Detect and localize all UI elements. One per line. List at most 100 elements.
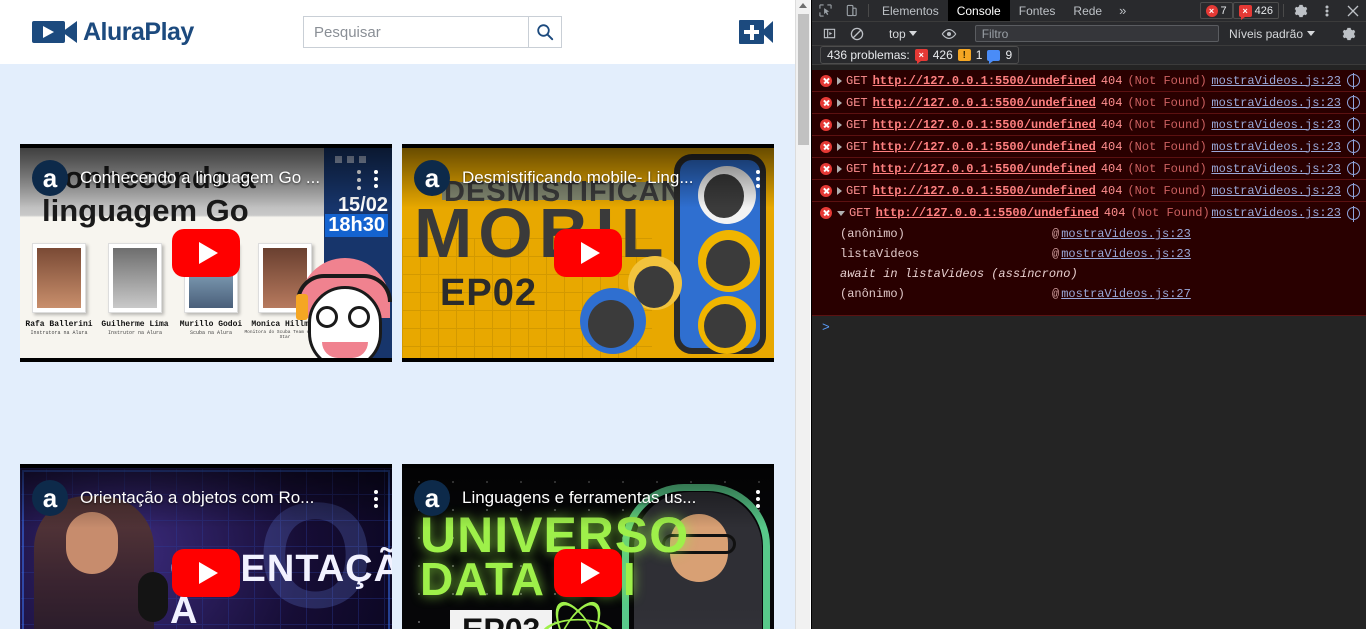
error-square-icon: × [914, 49, 928, 64]
site-logo[interactable]: AluraPlay [32, 18, 194, 47]
brand-name: AluraPlay [83, 17, 194, 46]
request-url[interactable]: http://127.0.0.1:5500/undefined [873, 184, 1096, 198]
video-card[interactable]: Conhecendo a linguagem Go 15/02 18h30 Ra… [20, 144, 392, 362]
stack-frame-source[interactable]: mostraVideos.js:23 [1061, 247, 1191, 261]
execution-context-select[interactable]: top [883, 27, 923, 41]
expand-toggle-icon[interactable] [837, 76, 842, 85]
video-card[interactable]: DESMISTIFICANDO MOBILE EP02 a [402, 144, 774, 362]
log-levels-select[interactable]: Níveis padrão [1221, 27, 1323, 41]
console-prompt[interactable]: > [812, 316, 1366, 338]
play-button-icon[interactable] [172, 229, 240, 277]
network-request-icon[interactable] [1347, 183, 1360, 199]
request-method: GET [846, 139, 868, 154]
console-error-row[interactable]: GET http://127.0.0.1:5500/undefined 404 … [812, 114, 1366, 136]
network-request-icon[interactable] [1347, 161, 1360, 177]
error-icon [820, 162, 832, 175]
problems-warning-count: 1 [975, 48, 983, 62]
network-request-icon[interactable] [1347, 205, 1360, 222]
response-reason: (Not Found) [1127, 117, 1207, 132]
inspect-element-icon[interactable] [812, 0, 838, 21]
scroll-up-arrow-icon[interactable] [799, 3, 807, 8]
play-button-icon[interactable] [554, 229, 622, 277]
tab-elementos[interactable]: Elementos [873, 0, 948, 21]
more-tabs-icon[interactable]: » [1111, 0, 1134, 21]
console-error-row[interactable]: GET http://127.0.0.1:5500/undefined 404 … [812, 158, 1366, 180]
art-title-line2: linguagem Go [42, 192, 249, 228]
expand-toggle-icon[interactable] [837, 120, 842, 129]
request-url[interactable]: http://127.0.0.1:5500/undefined [873, 162, 1096, 176]
tab-rede[interactable]: Rede [1064, 0, 1111, 21]
console-error-row[interactable]: GET http://127.0.0.1:5500/undefined 404 … [812, 70, 1366, 92]
tab-console[interactable]: Console [947, 0, 1010, 21]
request-method: GET [846, 117, 868, 132]
expand-toggle-icon[interactable] [837, 142, 842, 151]
info-square-icon [987, 49, 1001, 64]
request-method: GET [846, 95, 868, 110]
video-options-icon[interactable] [374, 490, 378, 508]
expand-toggle-icon[interactable] [837, 186, 842, 195]
problems-error-count: 426 [932, 48, 953, 62]
collapse-toggle-icon[interactable] [837, 210, 845, 216]
request-url[interactable]: http://127.0.0.1:5500/undefined [873, 118, 1096, 132]
source-link[interactable]: mostraVideos.js:23 [1211, 74, 1341, 88]
source-link[interactable]: mostraVideos.js:23 [1211, 118, 1341, 132]
source-link[interactable]: mostraVideos.js:23 [1211, 184, 1341, 198]
source-link[interactable]: mostraVideos.js:23 [1211, 140, 1341, 154]
request-url[interactable]: http://127.0.0.1:5500/undefined [873, 96, 1096, 110]
request-method: GET [849, 206, 871, 220]
stack-frame-row-async: await in listaVideos (assíncrono) [812, 264, 1366, 284]
device-toolbar-icon[interactable] [838, 0, 864, 21]
source-link[interactable]: mostraVideos.js:23 [1211, 162, 1341, 176]
clear-console-icon[interactable] [844, 27, 870, 41]
tab-fontes[interactable]: Fontes [1010, 0, 1065, 21]
person-role: Instrutor na Alura [107, 330, 162, 336]
play-button-icon[interactable] [172, 549, 240, 597]
square-error-counter[interactable]: × 426 [1232, 2, 1279, 20]
upload-video-button[interactable] [739, 20, 773, 44]
search-input[interactable] [303, 16, 528, 48]
console-error-row-expanded[interactable]: GET http://127.0.0.1:5500/undefined 404 … [812, 202, 1366, 224]
network-request-icon[interactable] [1347, 73, 1360, 89]
person-name: Guilherme Lima [101, 320, 169, 329]
expand-toggle-icon[interactable] [837, 98, 842, 107]
network-request-icon[interactable] [1347, 139, 1360, 155]
play-button-icon[interactable] [554, 549, 622, 597]
console-sidebar-icon[interactable] [816, 27, 842, 40]
console-error-row[interactable]: GET http://127.0.0.1:5500/undefined 404 … [812, 136, 1366, 158]
execution-context-label: top [889, 26, 906, 41]
stack-frame-source[interactable]: mostraVideos.js:27 [1061, 287, 1191, 301]
live-expression-eye-icon[interactable] [936, 28, 962, 40]
stack-frame-function: (anônimo) [840, 287, 905, 301]
video-options-icon[interactable] [374, 170, 378, 188]
console-error-row[interactable]: GET http://127.0.0.1:5500/undefined 404 … [812, 92, 1366, 114]
console-toolbar: top Níveis padrão [812, 22, 1366, 46]
source-link[interactable]: mostraVideos.js:23 [1211, 206, 1341, 220]
network-request-icon[interactable] [1347, 117, 1360, 133]
network-request-icon[interactable] [1347, 95, 1360, 111]
request-url[interactable]: http://127.0.0.1:5500/undefined [876, 206, 1099, 220]
scrollbar-thumb[interactable] [798, 14, 809, 145]
devtools-close-icon[interactable] [1340, 0, 1366, 21]
search-button[interactable] [528, 16, 562, 48]
page-scrollbar[interactable] [795, 0, 810, 629]
request-url[interactable]: http://127.0.0.1:5500/undefined [873, 140, 1096, 154]
devtools-more-options-icon[interactable] [1314, 0, 1340, 21]
devtools-settings-gear-icon[interactable] [1288, 0, 1314, 21]
video-card[interactable]: O ORIENTAÇÃO A OBJETOS a Orientação a ob… [20, 464, 392, 629]
source-link[interactable]: mostraVideos.js:23 [1211, 96, 1341, 110]
circle-error-counter[interactable]: × 7 [1199, 2, 1233, 19]
expand-toggle-icon[interactable] [837, 164, 842, 173]
video-options-icon[interactable] [756, 490, 760, 508]
console-settings-gear-icon[interactable] [1336, 27, 1362, 41]
video-options-icon[interactable] [756, 170, 760, 188]
video-card[interactable]: UNIVERSO DATA SCI EP03 a Linguagens e fe… [402, 464, 774, 629]
problems-summary[interactable]: 436 problemas: × 426 ! 1 9 [820, 46, 1020, 64]
stack-frame-at: @ [1052, 247, 1060, 261]
console-output[interactable]: GET http://127.0.0.1:5500/undefined 404 … [812, 70, 1366, 629]
console-error-row[interactable]: GET http://127.0.0.1:5500/undefined 404 … [812, 180, 1366, 202]
stack-trace-end [812, 304, 1366, 316]
console-filter-input[interactable] [974, 25, 1219, 42]
request-url[interactable]: http://127.0.0.1:5500/undefined [873, 74, 1096, 88]
stack-frame-row: listaVideos @ mostraVideos.js:23 [812, 244, 1366, 264]
stack-frame-source[interactable]: mostraVideos.js:23 [1061, 227, 1191, 241]
